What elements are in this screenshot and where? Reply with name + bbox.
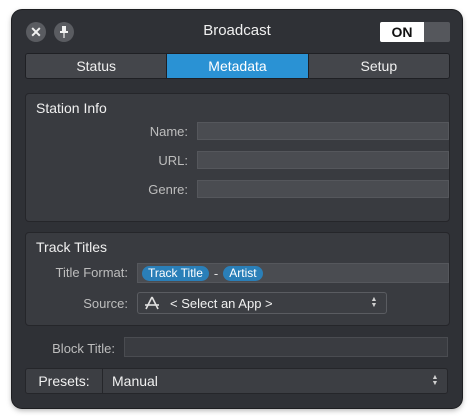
name-label: Name: [149,124,188,139]
source-label: Source: [83,296,128,311]
genre-field[interactable] [197,180,449,198]
broadcast-toggle[interactable]: ON [380,22,450,42]
presets-value: Manual [112,373,158,389]
toggle-label: ON [380,22,424,42]
station-info-title: Station Info [36,100,107,116]
genre-label: Genre: [148,182,188,197]
tab-setup[interactable]: Setup [308,54,449,78]
app-store-icon [144,296,160,310]
track-titles-title: Track Titles [36,239,108,255]
token-track-title[interactable]: Track Title [142,265,209,281]
block-title-field[interactable] [124,337,448,357]
name-field[interactable] [197,122,449,140]
block-title-label: Block Title: [52,341,115,356]
chevron-updown-icon: ▲ ▼ [431,374,439,387]
title-format-label: Title Format: [55,265,128,280]
source-value: < Select an App > [170,295,273,311]
token-artist[interactable]: Artist [223,265,263,281]
track-titles-panel: Track Titles Title Format: Track Title -… [25,232,450,326]
title-bar: ✕ Broadcast ON [12,10,462,52]
station-info-panel: Station Info Name: URL: Genre: [25,93,450,222]
source-select[interactable]: < Select an App > ▲ ▼ [137,292,387,314]
url-label: URL: [158,153,188,168]
chevron-updown-icon: ▲ ▼ [370,296,378,309]
token-separator: - [213,265,219,281]
url-field[interactable] [197,151,449,169]
broadcast-window: ✕ Broadcast ON Status Metadata Setup Sta… [12,10,462,408]
tab-bar: Status Metadata Setup [25,53,450,79]
tab-status[interactable]: Status [26,54,168,78]
title-format-field[interactable]: Track Title - Artist [137,263,449,283]
presets-select[interactable]: Manual ▲ ▼ [102,369,447,393]
presets-bar: Presets: Manual ▲ ▼ [25,368,448,394]
presets-label: Presets: [26,369,103,393]
tab-metadata[interactable]: Metadata [167,54,309,78]
